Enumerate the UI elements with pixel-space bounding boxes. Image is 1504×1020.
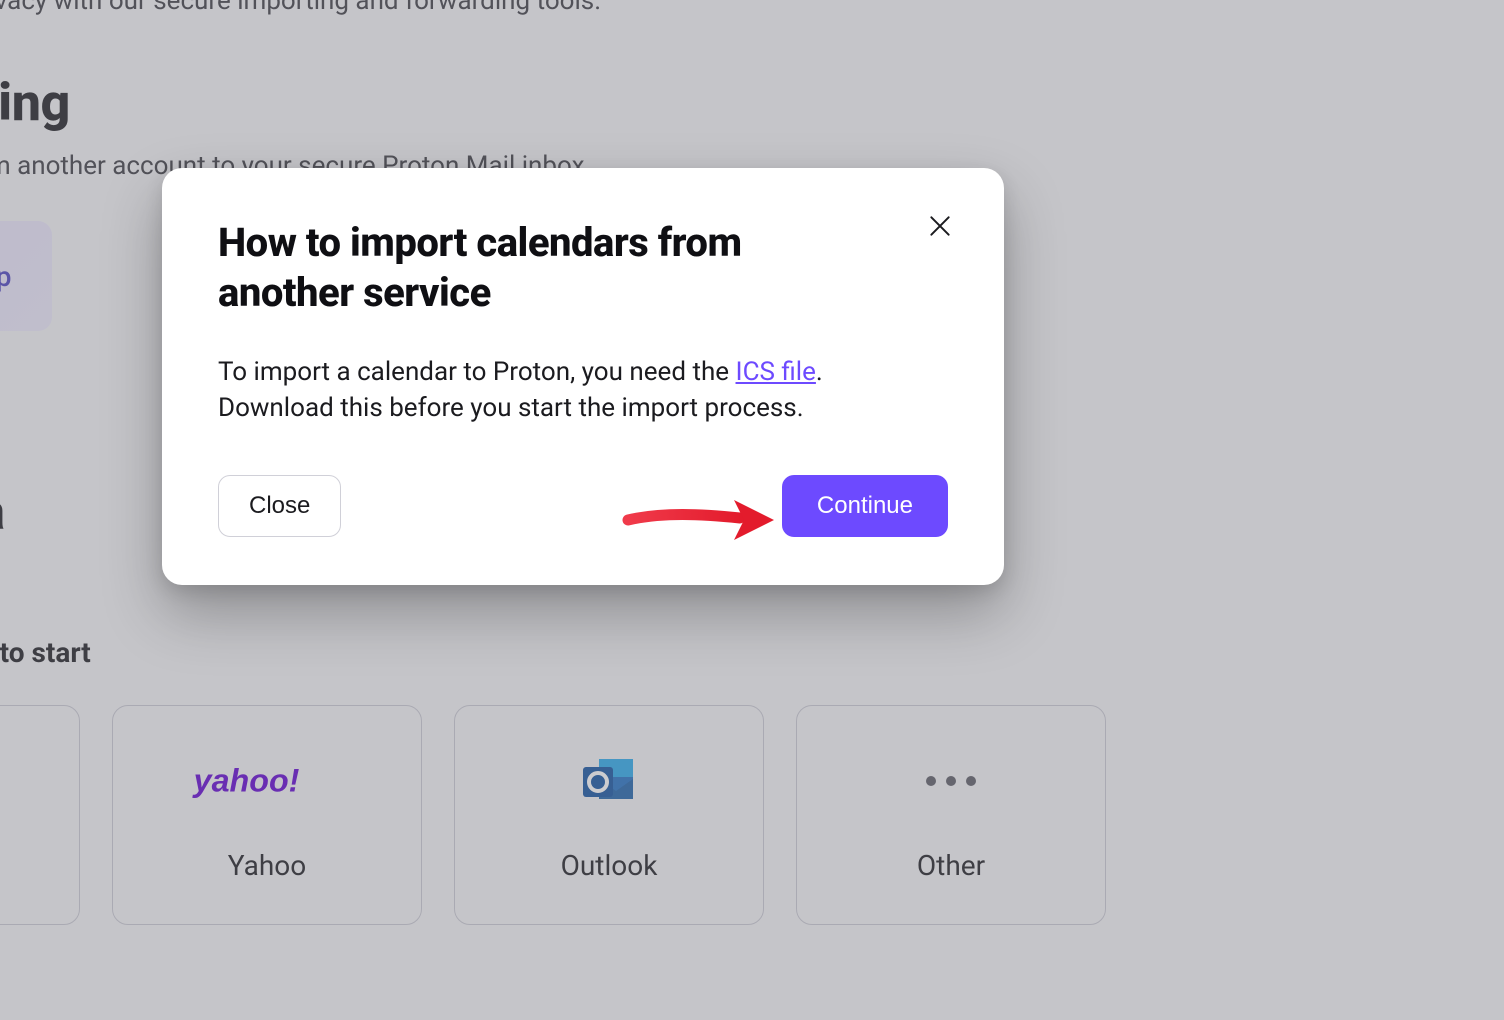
modal-title: How to import calendars from another ser… xyxy=(218,218,858,318)
import-calendar-modal: How to import calendars from another ser… xyxy=(162,168,1004,585)
close-button[interactable]: Close xyxy=(218,475,341,537)
modal-body-pre: To import a calendar to Proton, you need… xyxy=(218,357,736,387)
modal-body: To import a calendar to Proton, you need… xyxy=(218,354,938,427)
close-icon[interactable] xyxy=(922,208,958,244)
continue-button[interactable]: Continue xyxy=(782,475,948,537)
modal-actions: Close Continue xyxy=(218,475,948,537)
ics-file-link[interactable]: ICS file xyxy=(736,357,816,387)
